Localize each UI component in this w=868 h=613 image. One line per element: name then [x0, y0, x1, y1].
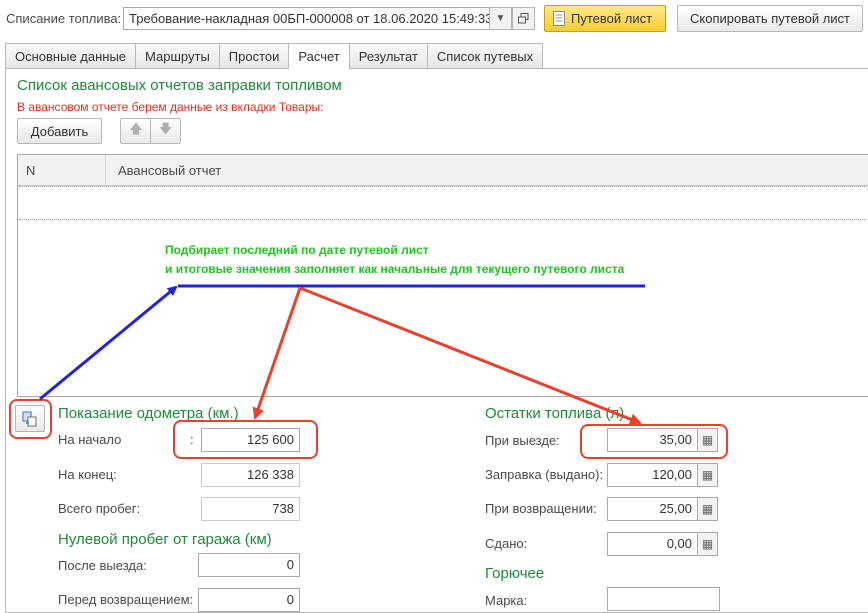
annotation-arrows [39, 284, 645, 425]
red-arrow-odometer [252, 287, 302, 420]
blue-arrow [39, 285, 178, 401]
tab-calculation[interactable]: Расчет [288, 43, 350, 69]
red-arrow-fuel [299, 286, 642, 425]
